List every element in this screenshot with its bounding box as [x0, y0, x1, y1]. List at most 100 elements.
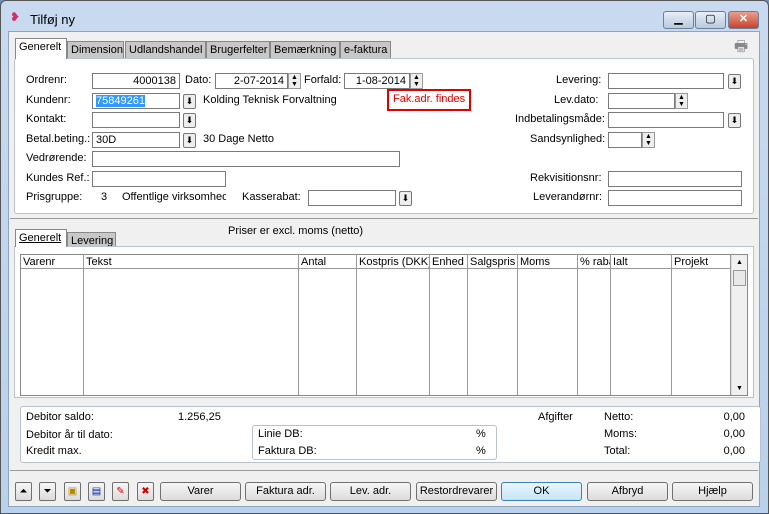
tab-dimension[interactable]: Dimension — [67, 41, 124, 58]
column-header[interactable]: Ialt — [613, 256, 671, 268]
tab-generelt[interactable]: Generelt — [15, 38, 67, 59]
tab-e-faktura[interactable]: e-faktura — [340, 41, 391, 58]
import-folder-icon[interactable]: ▣ — [64, 482, 81, 501]
netto-label: Netto: — [604, 411, 634, 423]
betal-tekst: 30 Dage Netto — [203, 133, 274, 145]
price-note: Priser er excl. moms (netto) — [228, 225, 364, 237]
saldo-label: Debitor saldo: — [26, 411, 94, 423]
rekv-field[interactable] — [608, 171, 742, 187]
tab-lower-levering[interactable]: Levering — [67, 232, 116, 247]
indbetaling-dropdown-icon[interactable]: ⬇ — [728, 113, 741, 128]
column-header[interactable]: Enhed — [432, 256, 467, 268]
tab-bemaerkning[interactable]: Bemærkning — [270, 41, 340, 58]
total-label: Total: — [604, 445, 631, 457]
faktura-adr-button[interactable]: Faktura adr. — [245, 482, 326, 501]
kundenr-dropdown-icon[interactable]: ⬇ — [183, 94, 196, 109]
indbetaling-label: Indbetalingsmåde: — [515, 113, 605, 125]
column-header[interactable]: Tekst — [86, 256, 298, 268]
betal-dropdown-icon[interactable]: ⬇ — [183, 133, 196, 148]
column-header[interactable]: Salgspris — [470, 256, 517, 268]
column-header[interactable]: Projekt — [674, 256, 730, 268]
levdato-spinner[interactable]: ▲ ▼ — [675, 93, 688, 109]
divider — [10, 218, 758, 219]
grid-column — [357, 254, 430, 395]
betal-label: Betal.beting.: — [26, 133, 91, 145]
copy-lines-icon[interactable]: ▤ — [88, 482, 105, 501]
column-header[interactable]: Varenr — [23, 256, 83, 268]
grid-column — [518, 254, 578, 395]
grid-column — [299, 254, 357, 395]
minimize-button[interactable]: ▁ — [663, 11, 694, 29]
column-header[interactable]: Antal — [301, 256, 356, 268]
fak-adr-indicator[interactable]: Fak.adr. findes — [387, 89, 471, 111]
prisgruppe-label: Prisgruppe: — [26, 191, 83, 203]
levdato-label: Lev.dato: — [554, 94, 599, 106]
levering-label: Levering: — [556, 74, 602, 86]
grid-column — [21, 254, 84, 395]
vedr-label: Vedrørende: — [26, 152, 87, 164]
forfald-label: Forfald: — [304, 74, 342, 86]
kontakt-field[interactable] — [92, 112, 180, 128]
dato-label: Dato: — [185, 74, 212, 86]
grid-column — [84, 254, 299, 395]
kunde-navn: Kolding Teknisk Forvaltning — [203, 94, 337, 106]
varer-button[interactable]: Varer — [160, 482, 241, 501]
levdato-field[interactable] — [608, 93, 675, 109]
dato-field[interactable]: 2-07-2014 — [215, 73, 288, 89]
scrollbar[interactable]: ▲ ▼ — [731, 255, 747, 395]
window-title: Tilføj ny — [30, 12, 76, 27]
maximize-button[interactable]: ▢ — [695, 11, 726, 29]
betal-field[interactable]: 30D — [92, 132, 180, 148]
column-header[interactable]: % rabat — [580, 256, 610, 268]
grid-column — [672, 254, 731, 395]
kundenr-field[interactable]: 75849261 — [92, 93, 180, 109]
sandsyn-label: Sandsynlighed: — [530, 133, 606, 145]
afbryd-button[interactable]: Afbryd — [587, 482, 668, 501]
forfald-spinner[interactable]: ▲ ▼ — [410, 73, 423, 89]
scroll-up-icon[interactable]: ▲ — [732, 259, 747, 266]
scroll-down-icon[interactable]: ▼ — [732, 385, 747, 392]
vedr-field[interactable] — [92, 151, 400, 167]
tab-brugerfelter[interactable]: Brugerfelter — [206, 41, 270, 58]
grid-column — [578, 254, 611, 395]
delete-folder-icon[interactable]: ✖ — [137, 482, 154, 501]
move-up-icon[interactable]: ⏶ — [15, 482, 32, 501]
move-down-icon[interactable]: ⏷ — [39, 482, 56, 501]
kref-field[interactable] — [92, 171, 226, 187]
levering-field[interactable] — [608, 73, 724, 89]
dato-spinner[interactable]: ▲ ▼ — [288, 73, 301, 89]
levering-dropdown-icon[interactable]: ⬇ — [728, 74, 741, 89]
grid-column — [611, 254, 672, 395]
hjaelp-button[interactable]: Hjælp — [672, 482, 753, 501]
tab-lower-generelt[interactable]: Generelt — [15, 229, 67, 247]
kundenr-label: Kundenr: — [26, 94, 71, 106]
ordrenr-field[interactable]: 4000138 — [92, 73, 180, 89]
ordrenr-label: Ordrenr: — [26, 74, 67, 86]
column-header[interactable]: Kostpris (DKK) — [359, 256, 429, 268]
restordrevarer-button[interactable]: Restordrevarer — [416, 482, 497, 501]
moms-value: 0,00 — [723, 428, 745, 440]
lev-adr-button[interactable]: Lev. adr. — [330, 482, 411, 501]
leverandor-label: Leverandørnr: — [533, 191, 603, 203]
total-value: 0,00 — [723, 445, 745, 457]
kundenr-value: 75849261 — [96, 95, 145, 107]
close-button[interactable]: ✕ — [728, 11, 759, 29]
sandsyn-field[interactable] — [608, 132, 642, 148]
sandsyn-spinner[interactable]: ▲ ▼ — [642, 132, 655, 148]
indbetaling-field[interactable] — [608, 112, 724, 128]
saldo-value: 1.256,25 — [178, 411, 221, 423]
ok-button[interactable]: OK — [501, 482, 582, 501]
app-icon: ❥ — [10, 10, 21, 24]
afgifter-label: Afgifter — [538, 411, 573, 423]
edit-text-icon[interactable]: ✎ — [112, 482, 129, 501]
column-header[interactable]: Moms — [520, 256, 577, 268]
kasserabat-field[interactable] — [308, 190, 396, 206]
forfald-field[interactable]: 1-08-2014 — [344, 73, 410, 89]
scroll-thumb[interactable] — [733, 270, 746, 286]
kasserabat-dropdown-icon[interactable]: ⬇ — [399, 191, 412, 206]
tab-udlandshandel[interactable]: Udlandshandel — [125, 41, 206, 58]
kontakt-dropdown-icon[interactable]: ⬇ — [183, 113, 196, 128]
netto-value: 0,00 — [723, 411, 745, 423]
leverandor-field[interactable] — [608, 190, 742, 206]
aar-label: Debitor år til dato: — [26, 429, 113, 441]
